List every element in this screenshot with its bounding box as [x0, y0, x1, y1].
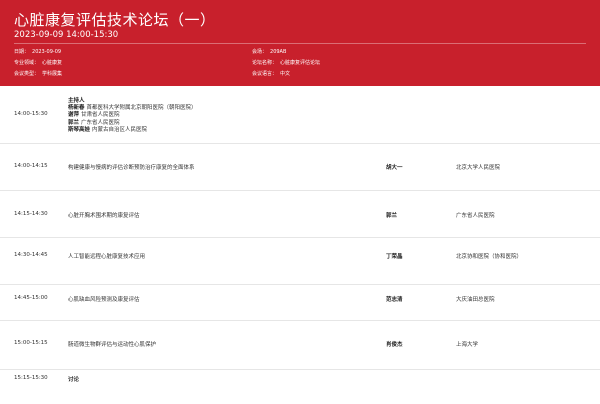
host-item: 谢萍 甘肃省人民医院 — [68, 112, 120, 119]
session-topic: 肠道微生物群评估与运动性心肌保护 — [68, 342, 157, 348]
meta-forum-name: 论坛名称： 心脏康复评估论坛 — [252, 60, 321, 66]
session-institution: 大庆油田总医院 — [456, 297, 495, 303]
discussion-label: 讨论 — [68, 377, 80, 383]
host-item: 郭兰 广东省人民医院 — [68, 119, 120, 126]
meta-type: 会议类型： 学科展集 — [14, 71, 63, 77]
session-speaker: 肖俊杰 — [386, 342, 403, 348]
header-divider — [14, 43, 586, 44]
session-time: 14:15-14:30 — [14, 211, 48, 217]
session-topic: 心脏开胸术围术期的康复评估 — [68, 213, 140, 219]
hosts-row: 14:00-15:30 主持人 杨新春 首都医科大学附属北京朝阳医院（朝阳医院） … — [0, 86, 600, 144]
session-time: 15:00-15:15 — [14, 340, 48, 346]
meta-field: 专业领域： 心脏康复 — [14, 60, 63, 66]
session-speaker: 范志清 — [386, 297, 403, 303]
forum-datetime: 2023-09-09 14:00-15:30 — [14, 30, 119, 40]
session-institution: 北京协和医院（协和医院） — [456, 254, 523, 260]
session-row: 14:00-14:15 构建健康与慢病的评估诊断预防治疗康复的全面体系 胡大一 … — [0, 144, 600, 191]
hosts-list: 主持人 杨新春 首都医科大学附属北京朝阳医院（朝阳医院） 谢萍 甘肃省人民医院 郭兰… — [68, 98, 197, 134]
page-title: 心脏康复评估技术论坛（一） — [14, 11, 216, 29]
session-institution: 广东省人民医院 — [456, 213, 495, 219]
host-item: 斯琴高娃 内蒙古自治区人民医院 — [68, 126, 148, 133]
session-row: 14:30-14:45 人工智能远程心脏康复技术应用 丁荣晶 北京协和医院（协和… — [0, 238, 600, 285]
meta-language: 会议语言： 中文 — [252, 71, 291, 77]
session-speaker: 胡大一 — [386, 165, 403, 171]
meta-venue: 会场： 209AB — [252, 49, 287, 55]
forum-header: 心脏康复评估技术论坛（一） 2023-09-09 14:00-15:30 日期：… — [0, 0, 600, 86]
session-row: 15:00-15:15 肠道微生物群评估与运动性心肌保护 肖俊杰 上海大学 — [0, 321, 600, 370]
session-time: 14:00-15:30 — [14, 111, 48, 117]
session-institution: 上海大学 — [456, 342, 479, 348]
session-speaker: 郭兰 — [386, 213, 398, 219]
session-time: 14:30-14:45 — [14, 252, 48, 258]
session-row: 14:45-15:00 心肌缺血风险预测及康复评估 范志清 大庆油田总医院 — [0, 285, 600, 321]
session-topic: 构建健康与慢病的评估诊断预防治疗康复的全面体系 — [68, 165, 195, 171]
session-row: 14:15-14:30 心脏开胸术围术期的康复评估 郭兰 广东省人民医院 — [0, 191, 600, 238]
session-speaker: 丁荣晶 — [386, 254, 403, 260]
session-topic: 人工智能远程心脏康复技术应用 — [68, 254, 146, 260]
meta-date: 日期： 2023-09-09 — [14, 49, 62, 55]
session-topic: 心肌缺血风险预测及康复评估 — [68, 297, 140, 303]
session-time: 14:45-15:00 — [14, 295, 48, 301]
discussion-row: 15:15-15:30 讨论 — [0, 370, 600, 404]
schedule-list: 14:00-15:30 主持人 杨新春 首都医科大学附属北京朝阳医院（朝阳医院） … — [0, 86, 600, 404]
session-time: 14:00-14:15 — [14, 163, 48, 169]
session-time: 15:15-15:30 — [14, 375, 48, 381]
session-institution: 北京大学人民医院 — [456, 165, 501, 171]
